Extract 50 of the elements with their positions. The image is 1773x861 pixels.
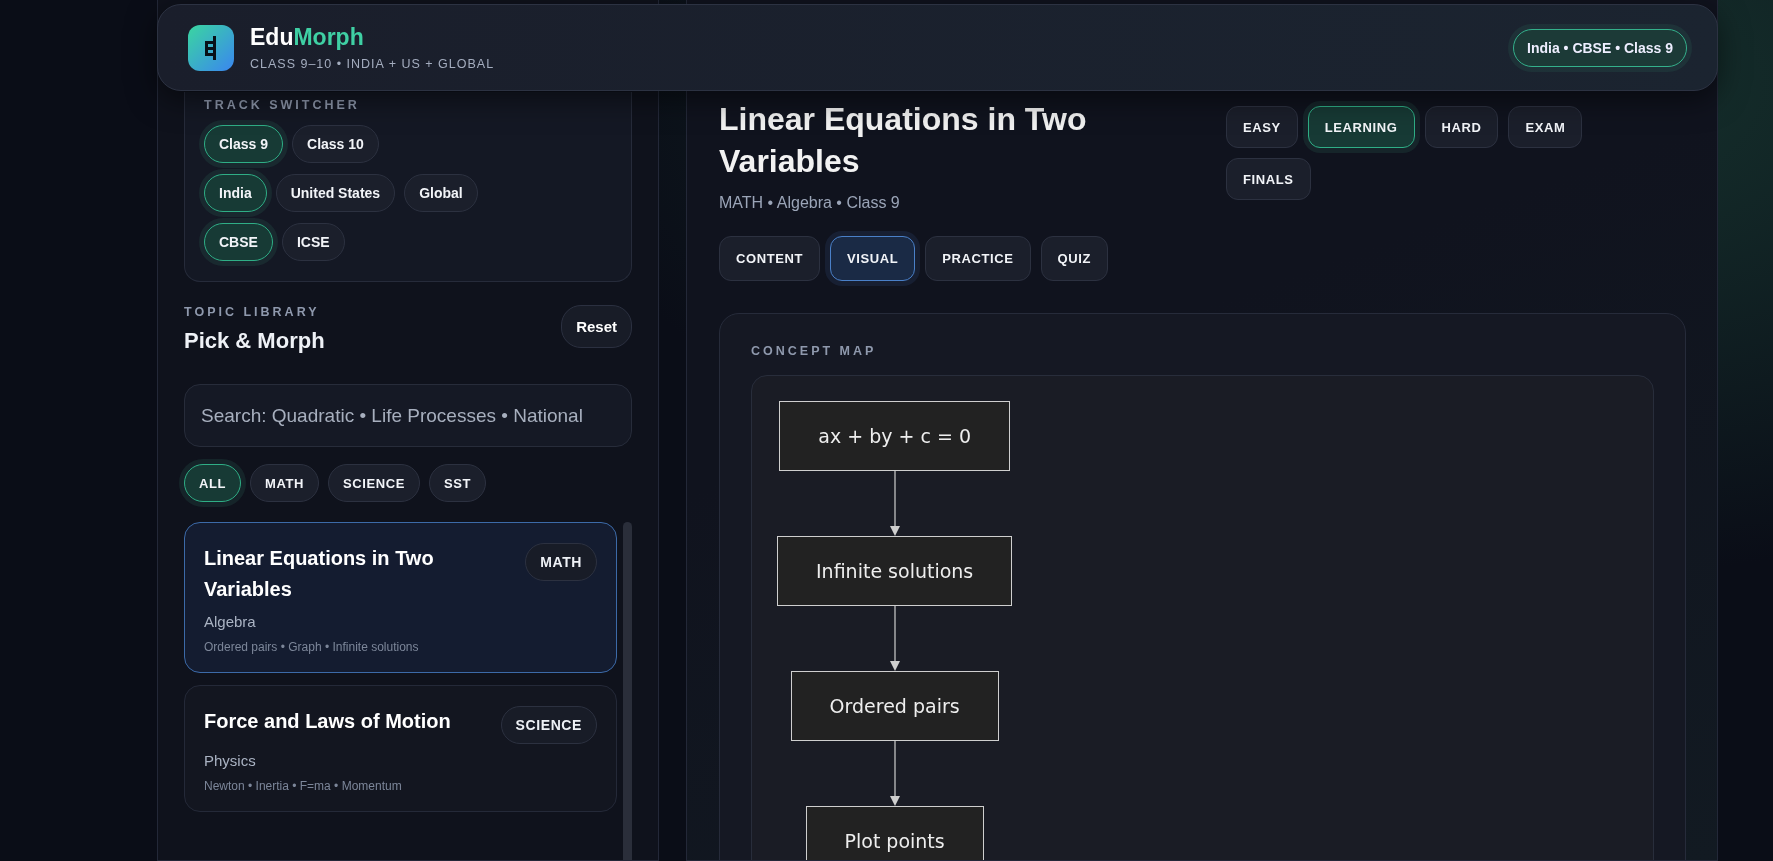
chip-button[interactable]: United States [275,174,396,212]
reset-button[interactable]: Reset [561,305,632,348]
subject-tag: MATH [525,543,597,581]
search-field[interactable]: Search: Quadratic • Life Processes • National [184,384,632,447]
topic-meta: MATH • Algebra • Class 9 [719,194,901,212]
tab[interactable]: CONTENT [719,236,821,281]
section-label: TRACK SWITCHER [204,98,361,112]
chip-button[interactable]: ALL [184,464,242,502]
topic-title: Linear Equations in Two Variables [204,546,435,602]
section-title: Pick & Morph [184,328,325,354]
concept-node: ax + by + c = 0 [779,401,1010,471]
topic-title: Force and Laws of Motion [204,709,452,734]
concept-node: Ordered pairs [790,671,999,741]
chip-button[interactable]: HARD [1424,106,1499,148]
tab[interactable]: VISUAL [830,236,916,281]
topic-heading: Linear Equations in Two Variables [719,100,1088,181]
chip-button[interactable]: CBSE [204,223,273,261]
connector-arrow [889,741,900,806]
chapter-name: Physics [204,752,257,769]
section-label: TOPIC LIBRARY [184,305,321,319]
chip-button[interactable]: SST [429,464,487,502]
chip-button[interactable]: India [204,174,267,212]
chip-button[interactable]: EASY [1226,106,1298,148]
chip-button[interactable]: FINALS [1226,158,1311,200]
chip-button[interactable]: EXAM [1508,106,1583,148]
topic-keywords: Ordered pairs • Graph • Infinite solutions [204,640,420,654]
chip-button[interactable]: Class 10 [292,125,379,163]
connector-arrow [889,471,900,536]
chip-button[interactable]: ICSE [281,223,345,261]
tagline: CLASS 9–10 • INDIA + US + GLOBAL [250,57,496,71]
logo-icon [188,24,234,71]
topic-card[interactable]: Linear Equations in Two Variables MATH Algebra Ordered pairs • Graph • Infinite solutions [184,522,617,673]
subject-tag: SCIENCE [500,706,597,744]
concept-node: Plot points [805,806,984,860]
tab[interactable]: QUIZ [1040,236,1108,281]
chip-button[interactable]: Global [404,174,478,212]
topic-card[interactable]: Force and Laws of Motion SCIENCE Physics Newton • Inertia • F=ma • Momentum [184,685,617,812]
topic-keywords: Newton • Inertia • F=ma • Momentum [204,779,403,793]
chip-button[interactable]: Class 9 [204,125,284,163]
connector-arrow [889,606,900,671]
chip-button[interactable]: SCIENCE [328,464,421,502]
chip-button[interactable]: MATH [250,464,320,502]
context-pill: India • CBSE • Class 9 [1513,28,1687,67]
section-label: CONCEPT MAP [751,344,878,358]
concept-node: Infinite solutions [777,536,1013,606]
tab[interactable]: PRACTICE [925,236,1031,281]
chip-button[interactable]: LEARNING [1307,106,1415,148]
scrollbar[interactable] [623,522,632,860]
brand-name: EduMorph [250,24,365,51]
chapter-name: Algebra [204,613,257,630]
